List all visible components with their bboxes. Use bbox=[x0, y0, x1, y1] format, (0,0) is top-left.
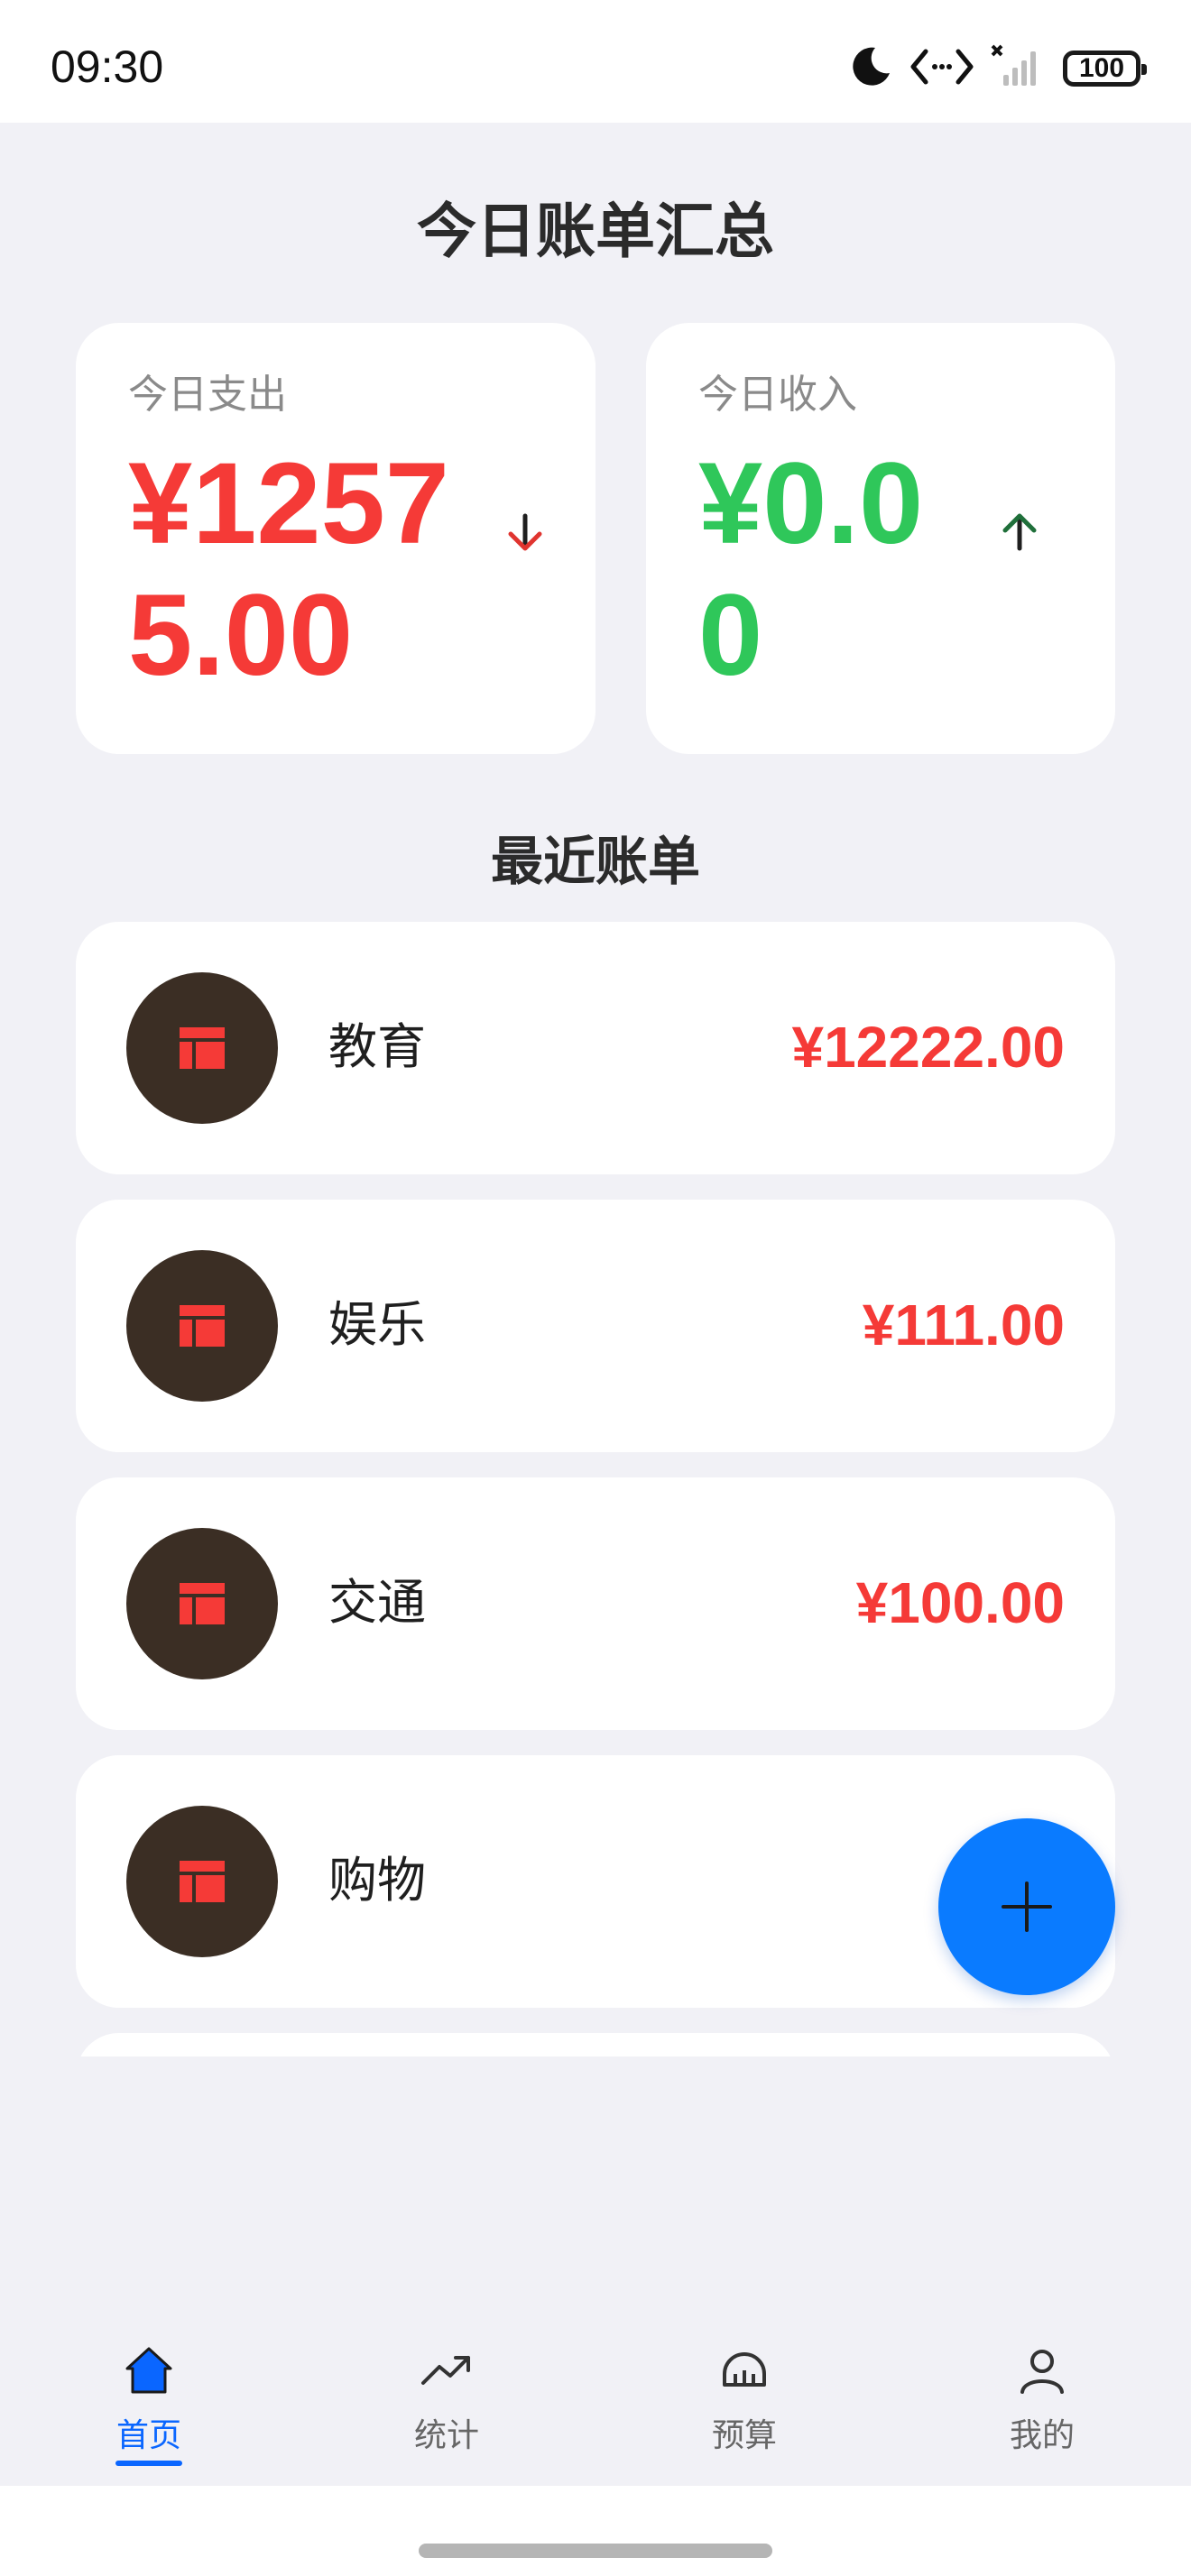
gauge-icon bbox=[723, 2352, 766, 2387]
bill-amount: ¥111.00 bbox=[862, 1293, 1065, 1357]
home-indicator[interactable] bbox=[419, 2544, 772, 2558]
expense-amount: ¥12575.00 bbox=[128, 439, 449, 700]
tab-label: 统计 bbox=[413, 2417, 479, 2454]
tab-label: 预算 bbox=[711, 2417, 777, 2454]
battery-icon: 100 bbox=[1063, 51, 1147, 87]
bill-amount: ¥100.00 bbox=[855, 1570, 1065, 1635]
bottom-tab-bar: 首页 统计 预算 我的 bbox=[0, 2309, 1191, 2486]
bill-item-transport[interactable]: 交通 ¥100.00 bbox=[76, 1477, 1115, 1730]
bill-item-education[interactable]: 教育 ¥12222.00 bbox=[76, 922, 1115, 1174]
bill-category: 教育 bbox=[328, 1018, 426, 1075]
category-grid-icon bbox=[126, 1806, 278, 1957]
tab-active-indicator bbox=[115, 2461, 182, 2466]
add-bill-button[interactable] bbox=[938, 1818, 1115, 1995]
trend-icon bbox=[421, 2356, 470, 2385]
tab-profile[interactable]: 我的 bbox=[893, 2309, 1191, 2486]
income-summary-card: 今日收入 ¥0.00 bbox=[646, 323, 1115, 754]
bill-category: 交通 bbox=[328, 1574, 426, 1631]
page-title: 今日账单汇总 bbox=[417, 197, 774, 266]
code-arrows-icon bbox=[909, 44, 974, 93]
signal-off-icon bbox=[991, 44, 1047, 93]
income-label: 今日收入 bbox=[698, 372, 857, 418]
category-grid-icon bbox=[126, 972, 278, 1124]
moon-icon bbox=[848, 44, 893, 93]
tab-label: 我的 bbox=[1009, 2417, 1075, 2454]
category-grid-icon bbox=[126, 1250, 278, 1402]
bill-category: 购物 bbox=[328, 1852, 426, 1909]
expense-label: 今日支出 bbox=[128, 372, 287, 418]
tab-home[interactable]: 首页 bbox=[0, 2309, 298, 2486]
arrow-up-icon bbox=[1002, 513, 1037, 551]
status-bar: 09:30 100 bbox=[0, 0, 1191, 123]
bill-item-entertainment[interactable]: 娱乐 ¥111.00 bbox=[76, 1200, 1115, 1452]
bill-amount: ¥12222.00 bbox=[791, 1015, 1065, 1080]
recent-bills-title: 最近账单 bbox=[490, 831, 700, 892]
battery-level: 100 bbox=[1078, 53, 1125, 83]
expense-summary-card: 今日支出 ¥12575.00 bbox=[76, 323, 596, 754]
arrow-down-icon bbox=[508, 513, 542, 551]
income-amount: ¥0.00 bbox=[698, 439, 924, 700]
category-grid-icon bbox=[126, 1528, 278, 1679]
home-icon bbox=[125, 2347, 172, 2394]
status-icons: 100 bbox=[848, 43, 1147, 94]
person-icon bbox=[1020, 2350, 1064, 2394]
bill-item-partial[interactable] bbox=[76, 2033, 1115, 2056]
plus-icon bbox=[1002, 1881, 1052, 1932]
tab-label: 首页 bbox=[115, 2417, 181, 2454]
status-time: 09:30 bbox=[51, 41, 164, 92]
tab-budget[interactable]: 预算 bbox=[596, 2309, 893, 2486]
system-navigation-area bbox=[0, 2486, 1191, 2576]
tab-statistics[interactable]: 统计 bbox=[298, 2309, 596, 2486]
bill-category: 娱乐 bbox=[328, 1296, 426, 1353]
